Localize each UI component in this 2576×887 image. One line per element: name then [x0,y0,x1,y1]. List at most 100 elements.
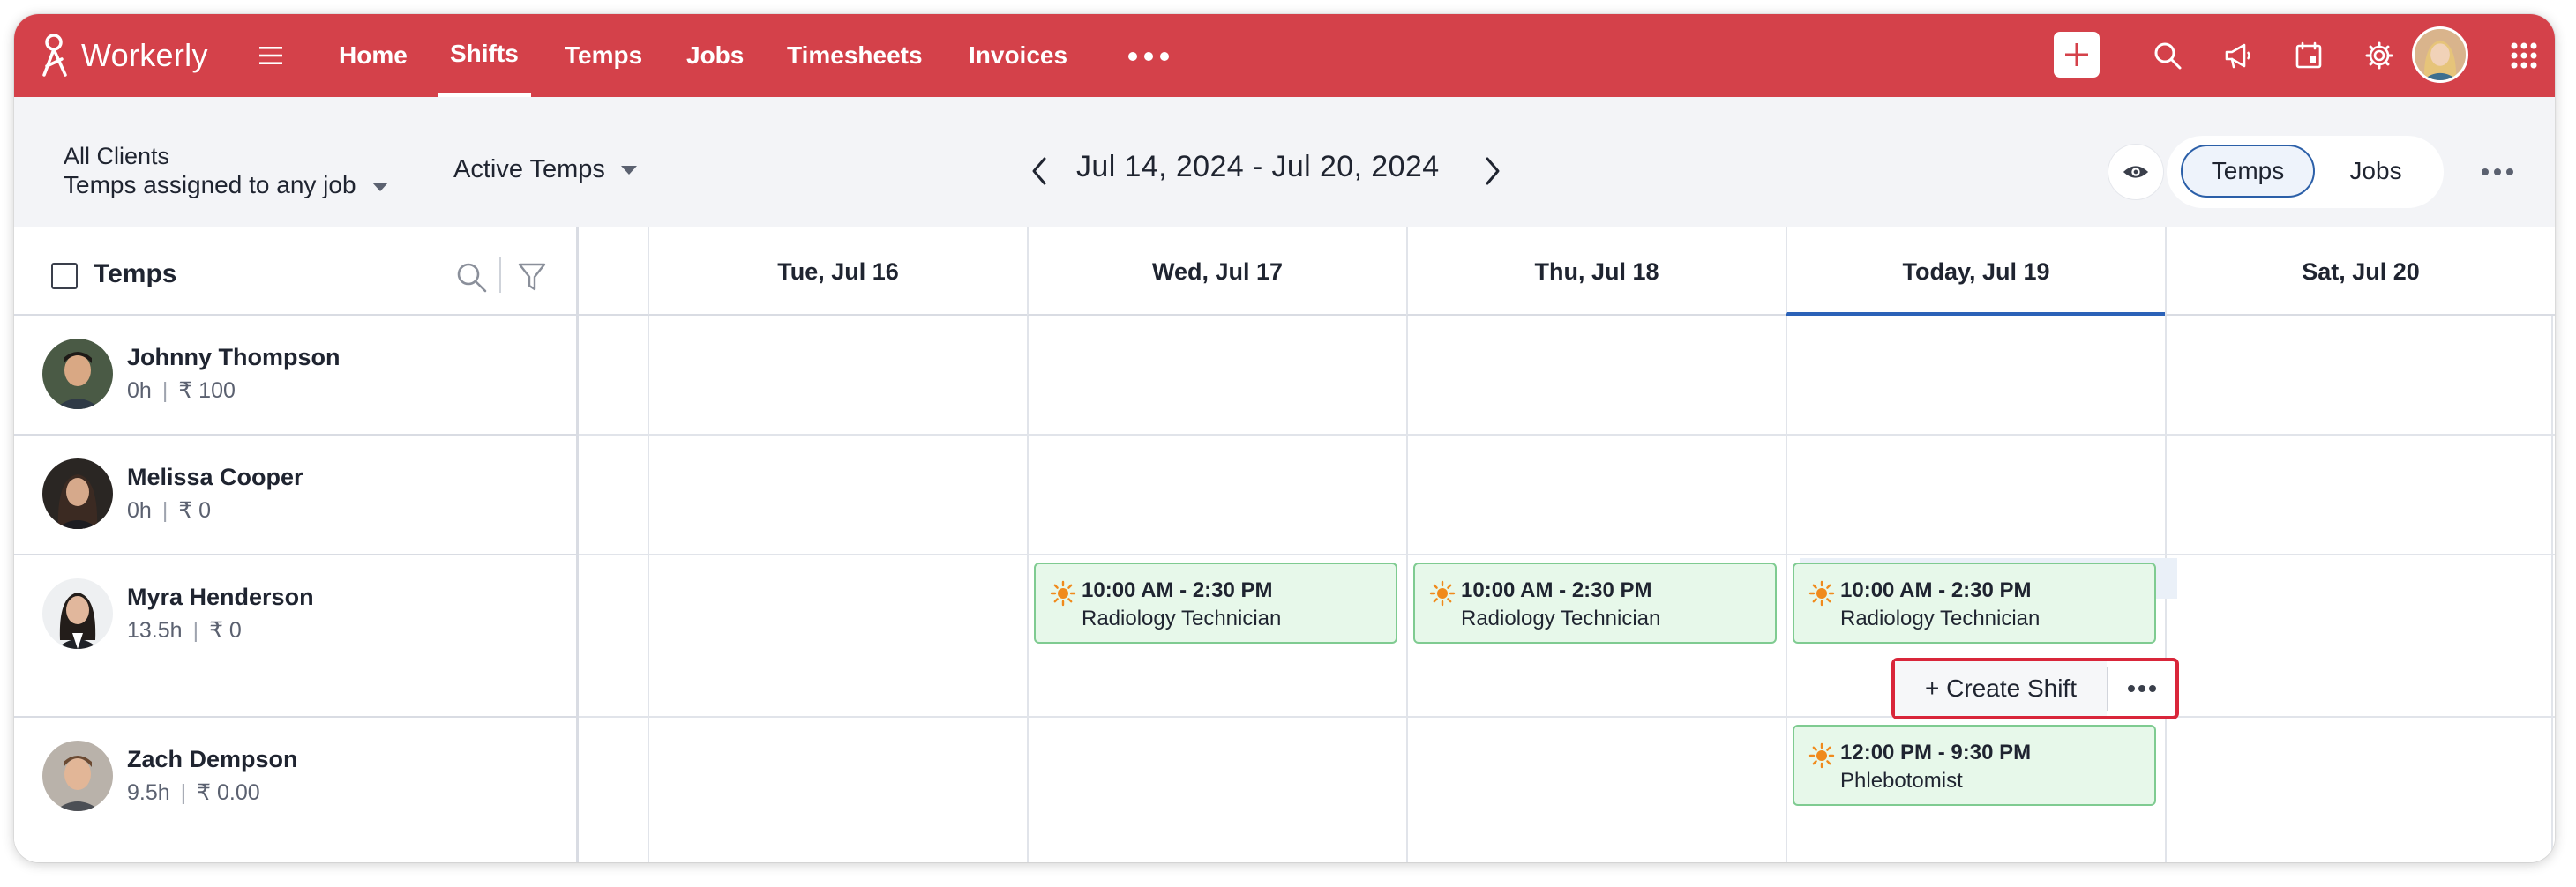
hamburger-icon[interactable] [258,44,284,67]
shift-card[interactable]: 10:00 AM - 2:30 PM Radiology Technician [1413,563,1777,644]
temp-row[interactable]: Zach Dempson 9.5h | ₹ 0.00 [14,718,576,862]
meta-divider: | [161,498,168,523]
temps-list-title: Temps [94,259,177,288]
day-header[interactable]: Sat, Jul 20 [2165,227,2555,316]
visibility-toggle-button[interactable] [2108,145,2163,199]
temp-name[interactable]: Myra Henderson [127,584,314,611]
temp-avatar [42,578,113,649]
day-header[interactable]: Tue, Jul 16 [648,227,1027,316]
day-column-divider [2551,316,2553,862]
chevron-left-icon[interactable] [1025,153,1053,189]
sun-icon [1050,580,1076,607]
more-options-icon[interactable] [2479,164,2516,180]
calendar-button[interactable] [2288,35,2329,76]
temp-row[interactable]: Myra Henderson 13.5h | ₹ 0 [14,555,576,718]
create-shift-group: + Create Shift [1891,658,2179,719]
temp-avatar [42,458,113,529]
day-header-today[interactable]: Today, Jul 19 [1786,227,2165,316]
user-avatar[interactable] [2412,26,2468,83]
day-column-divider [1027,316,1029,862]
select-all-checkbox[interactable] [51,263,78,289]
avatar-photo [42,458,113,529]
filter-icon[interactable] [517,261,547,293]
nav-item-invoices[interactable]: Invoices [969,14,1067,97]
meta-divider: | [161,378,168,403]
search-icon[interactable] [453,259,489,294]
avatar-photo [42,339,113,409]
chevron-right-icon[interactable] [1479,153,1507,189]
sun-icon [1429,580,1456,607]
nav-item-temps[interactable]: Temps [565,14,642,97]
brand-logo[interactable]: Workerly [39,32,208,79]
temps-list-header: Temps [14,227,579,316]
more-options-icon[interactable] [2115,681,2168,697]
temp-avatar [42,741,113,811]
shift-card[interactable]: 12:00 PM - 9:30 PM Phlebotomist [1793,725,2156,806]
meta-divider: | [180,780,187,805]
temps-status-dropdown[interactable]: Active Temps [453,155,637,184]
caret-down-icon [371,182,388,191]
client-filter-label[interactable]: All Clients [64,143,169,170]
sun-icon [1808,580,1835,607]
temp-avatar [42,339,113,409]
view-toggle-jobs[interactable]: Jobs [2324,145,2428,198]
shift-card[interactable]: 10:00 AM - 2:30 PM Radiology Technician [1034,563,1397,644]
row-divider [579,716,2555,718]
row-divider [579,434,2555,436]
temp-name[interactable]: Melissa Cooper [127,464,303,491]
date-range-label[interactable]: Jul 14, 2024 - Jul 20, 2024 [1076,150,1440,184]
avatar-photo [42,741,113,811]
shift-time: 12:00 PM - 9:30 PM [1840,741,2032,764]
temp-summary: 9.5h | ₹ 0.00 [127,779,260,806]
announcements-button[interactable] [2218,35,2258,76]
day-header-partial [579,227,648,316]
workerly-logo-icon [42,34,67,77]
create-shift-button[interactable]: + Create Shift [1895,661,2107,716]
shift-time: 10:00 AM - 2:30 PM [1082,578,1273,602]
temp-hours: 9.5h [127,780,170,805]
temp-hours: 0h [127,378,152,403]
settings-button[interactable] [2359,35,2400,76]
shift-time: 10:00 AM - 2:30 PM [1840,578,2032,602]
row-divider [579,554,2555,555]
nav-item-shifts[interactable]: Shifts [438,14,531,97]
nav-item-home[interactable]: Home [339,14,408,97]
day-column-divider [1786,316,1787,862]
shift-role: Radiology Technician [1461,607,1661,630]
day-header[interactable]: Thu, Jul 18 [1406,227,1786,316]
apps-grid-button[interactable] [2504,35,2544,76]
apps-grid-icon [2511,42,2537,69]
eye-icon [2123,166,2149,178]
search-icon [2154,42,2182,70]
meta-divider: | [192,618,199,643]
nav-item-timesheets[interactable]: Timesheets [787,14,923,97]
day-header[interactable]: Wed, Jul 17 [1027,227,1406,316]
shift-role: Radiology Technician [1082,607,1282,630]
avatar-photo [42,578,113,649]
temp-pay: ₹ 0.00 [197,780,260,805]
temp-hours: 13.5h [127,618,183,643]
shift-role: Radiology Technician [1840,607,2041,630]
plus-icon [2065,43,2088,66]
shift-card[interactable]: 10:00 AM - 2:30 PM Radiology Technician [1793,563,2156,644]
client-filter-value: Temps assigned to any job [64,171,356,198]
temp-name[interactable]: Johnny Thompson [127,344,340,371]
view-toggle: Temps Jobs [2167,136,2444,208]
app-window: Workerly Home Shifts Temps Jobs Timeshee… [14,14,2555,862]
temp-name[interactable]: Zach Dempson [127,746,298,773]
shift-time: 10:00 AM - 2:30 PM [1461,578,1652,602]
temp-pay: ₹ 0 [209,618,242,643]
temp-row[interactable]: Melissa Cooper 0h | ₹ 0 [14,436,576,555]
search-button[interactable] [2147,35,2188,76]
view-toggle-temps[interactable]: Temps [2181,145,2315,198]
add-button[interactable] [2054,32,2100,78]
more-horizontal-icon[interactable] [1124,46,1173,67]
schedule-toolbar: All Clients Temps assigned to any job Ac… [14,97,2555,227]
shift-role: Phlebotomist [1840,769,1963,793]
client-filter-dropdown[interactable]: Temps assigned to any job [64,171,388,199]
temp-row[interactable]: Johnny Thompson 0h | ₹ 100 [14,316,576,436]
nav-item-jobs[interactable]: Jobs [686,14,744,97]
day-column-divider [648,316,649,862]
top-navigation-bar: Workerly Home Shifts Temps Jobs Timeshee… [14,14,2555,97]
create-shift-divider [2107,667,2108,711]
